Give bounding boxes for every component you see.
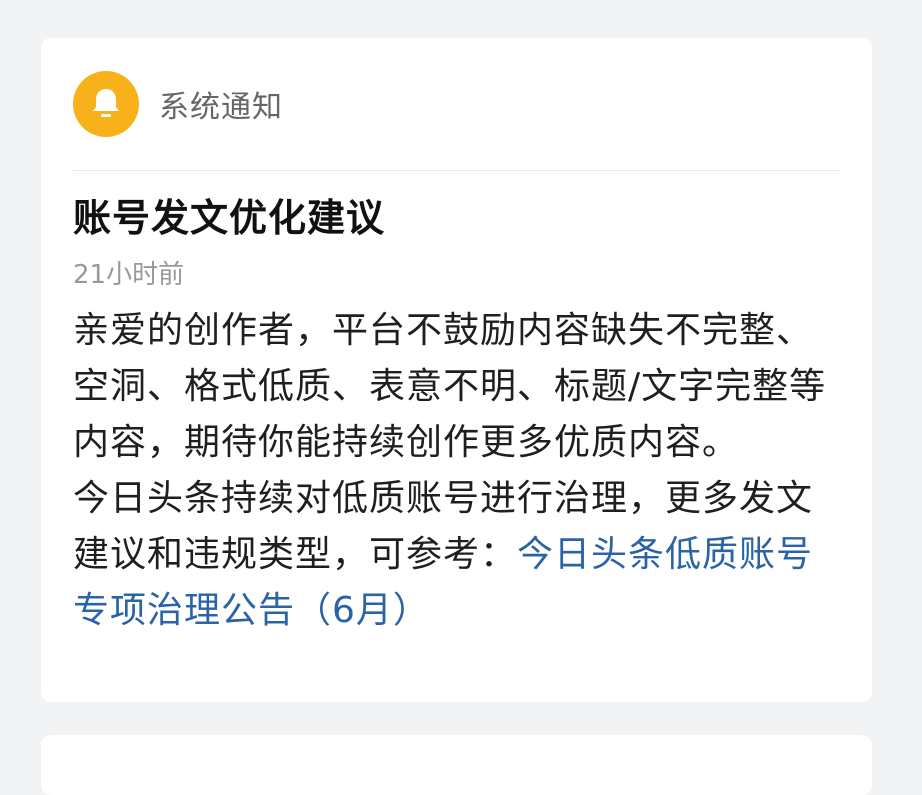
notification-body: 亲爱的创作者，平台不鼓励内容缺失不完整、空洞、格式低质、表意不明、标题/文字完整… — [73, 303, 840, 639]
notification-header: 系统通知 — [73, 38, 840, 171]
notification-paragraph-1: 亲爱的创作者，平台不鼓励内容缺失不完整、空洞、格式低质、表意不明、标题/文字完整… — [73, 310, 827, 463]
next-notification-card[interactable] — [41, 735, 872, 795]
notification-card: 系统通知 账号发文优化建议 21小时前 亲爱的创作者，平台不鼓励内容缺失不完整、… — [41, 38, 872, 702]
notification-timestamp: 21小时前 — [73, 260, 185, 290]
bell-icon — [73, 71, 139, 137]
bell-icon-glyph — [93, 89, 119, 117]
notification-category-label: 系统通知 — [159, 90, 283, 125]
notification-paragraph-2: 今日头条持续对低质账号进行治理，更多发文建议和违规类型，可参考：今日头条低质账号… — [73, 471, 840, 639]
notification-title: 账号发文优化建议 — [73, 196, 386, 240]
